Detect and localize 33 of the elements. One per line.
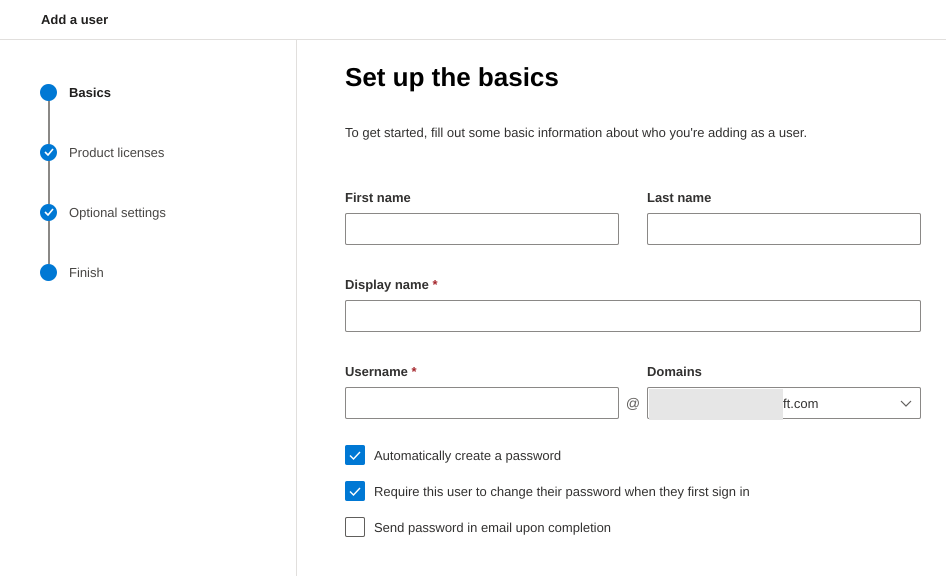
field-label: Last name	[647, 190, 712, 205]
input-field[interactable]	[345, 213, 619, 245]
input-field[interactable]	[647, 213, 921, 245]
step-dot-icon	[40, 84, 57, 100]
step-link[interactable]: Basics	[69, 84, 111, 100]
check-icon	[349, 450, 361, 460]
page-heading: Set up the basics	[345, 62, 560, 94]
step-check-icon	[40, 144, 57, 160]
field-label: Display name	[345, 277, 429, 292]
domain-dropdown[interactable]: ft.com	[647, 387, 921, 419]
check-icon	[349, 486, 361, 496]
chevron-down-icon	[900, 400, 912, 406]
step-link[interactable]: Product licenses	[69, 144, 164, 160]
required-asterisk: *	[432, 277, 438, 292]
field-label: Username	[345, 364, 408, 379]
step-dot-icon	[40, 264, 57, 280]
step-link[interactable]: Optional settings	[69, 204, 166, 220]
field-label: First name	[345, 190, 411, 205]
checkbox[interactable]	[345, 445, 365, 465]
checkbox-label: Require this user to change their password when they first sign in	[374, 484, 750, 498]
checkbox-label: Send password in email upon completion	[374, 520, 612, 534]
input-field[interactable]	[345, 387, 619, 419]
window-title: Add a user	[41, 12, 108, 27]
description-text: To get started, fill out some basic information about who you're adding as a user.	[345, 125, 808, 140]
checkbox[interactable]	[345, 517, 365, 537]
input-field[interactable]	[345, 300, 921, 332]
step-link[interactable]: Finish	[69, 264, 104, 280]
checkbox-label: Automatically create a password	[374, 448, 562, 462]
step-check-icon	[40, 204, 57, 220]
checkbox[interactable]	[345, 481, 365, 501]
field-label: Domains	[647, 364, 702, 379]
at-sign: @	[624, 394, 642, 413]
required-asterisk: *	[412, 364, 417, 379]
